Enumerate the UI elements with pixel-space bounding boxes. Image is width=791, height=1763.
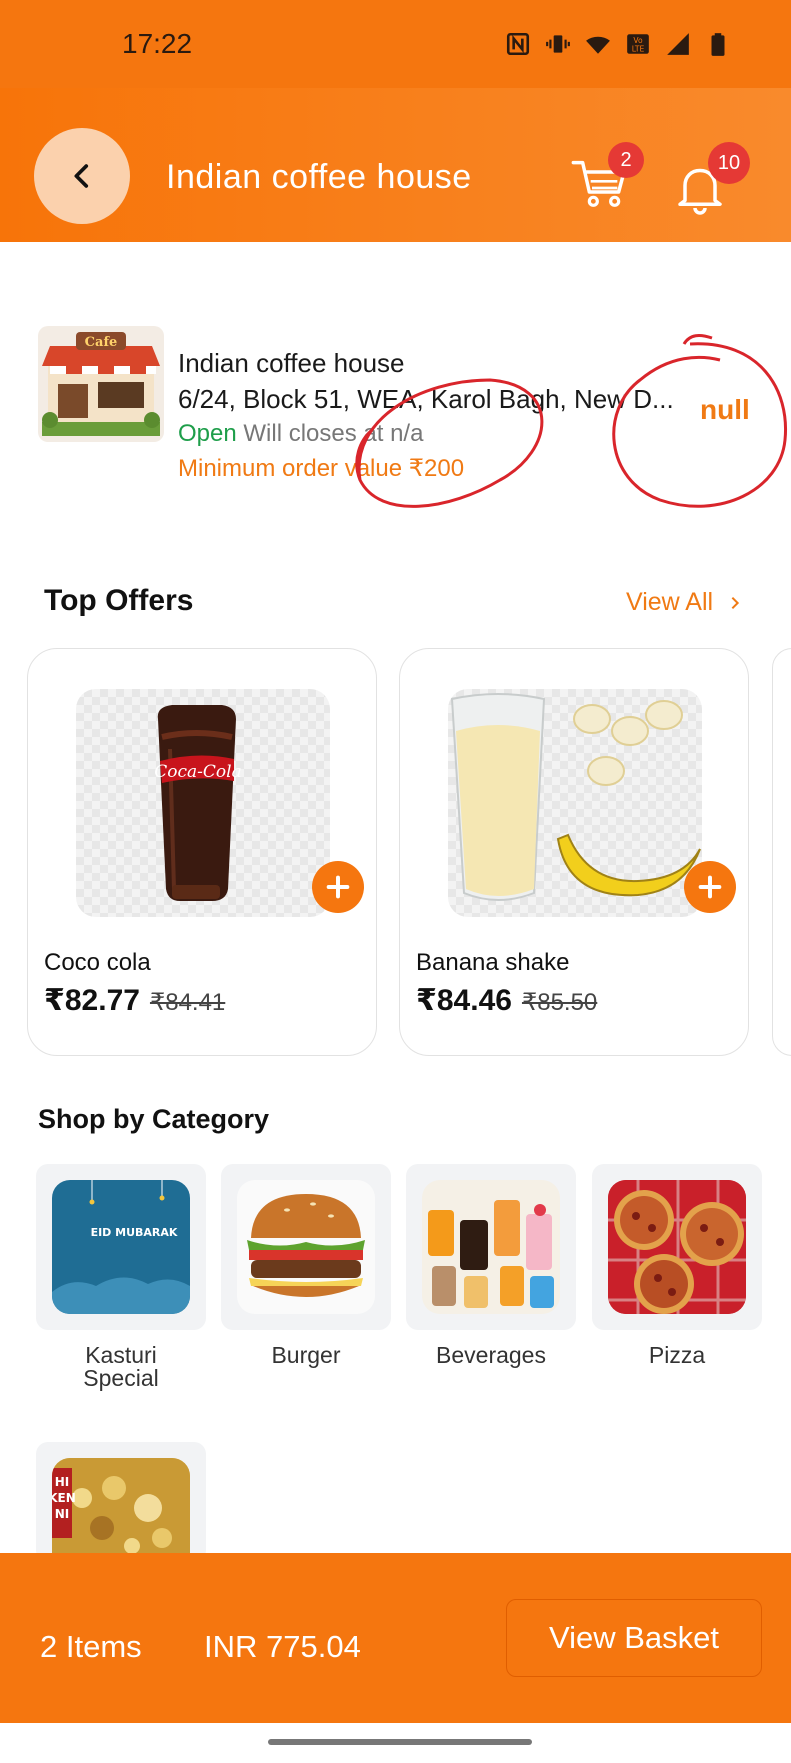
pizza-image <box>608 1180 746 1314</box>
svg-text:Coca-Cola: Coca-Cola <box>154 762 241 782</box>
store-name: Indian coffee house <box>178 348 405 378</box>
open-status: Open <box>178 420 237 447</box>
product-old-price: ₹84.41 <box>149 989 226 1016</box>
product-name: Banana shake <box>416 949 570 976</box>
category-image: HI KEN NI <box>52 1458 190 1562</box>
gesture-nav-area <box>0 1723 791 1763</box>
category-image: EID MUBARAK <box>52 1180 190 1314</box>
store-logo: Cafe <box>38 326 164 442</box>
view-basket-button[interactable]: View Basket <box>506 1599 762 1677</box>
chevron-left-icon <box>74 164 89 188</box>
category-label: Kasturi Special <box>83 1342 159 1391</box>
product-price: ₹82.77 <box>44 984 140 1017</box>
burger-image <box>247 1194 365 1297</box>
minimum-order-value: Minimum order value ₹200 <box>178 455 465 482</box>
vibrate-icon <box>546 35 570 53</box>
svg-text:LTE: LTE <box>632 45 645 54</box>
add-to-cart-button[interactable] <box>684 861 736 913</box>
product-old-price: ₹85.50 <box>521 989 598 1016</box>
product-image <box>448 689 702 917</box>
home-indicator[interactable] <box>268 1739 532 1745</box>
category-tile-kasturi-special[interactable]: EID MUBARAK <box>36 1164 206 1330</box>
status-bar: 17:22 Vo LTE <box>0 0 791 88</box>
store-status: Open Will closes at n/a <box>178 420 423 448</box>
status-icons: Vo LTE <box>505 31 731 57</box>
category-tile-beverages[interactable] <box>406 1164 576 1330</box>
svg-text:Cafe: Cafe <box>85 335 118 350</box>
product-name: Coco cola <box>44 949 151 976</box>
category-tile-pizza[interactable] <box>592 1164 762 1330</box>
notifications-button[interactable]: 10 <box>670 142 750 216</box>
category-label: Beverages <box>436 1342 546 1368</box>
basket-bar: 2 Items INR 775.04 View Basket <box>0 1553 791 1723</box>
cart-count-badge: 2 <box>608 142 644 178</box>
cola-glass-icon: Coca-Cola <box>154 705 242 901</box>
biryani-image: HI KEN NI <box>52 1458 190 1562</box>
shop-by-category-heading: Shop by Category <box>38 1104 270 1134</box>
view-all-label: View All <box>626 588 714 616</box>
cafe-storefront-icon: Cafe <box>42 332 160 436</box>
beverages-image <box>428 1200 554 1308</box>
category-image <box>237 1180 375 1314</box>
status-time: 17:22 <box>122 28 193 59</box>
basket-items-count: 2 Items <box>40 1629 142 1664</box>
battery-icon <box>711 33 725 56</box>
product-card[interactable]: Banana shake ₹84.46 ₹85.50 <box>399 648 749 1056</box>
plus-icon <box>326 875 350 899</box>
product-card[interactable]: Coca-Cola Coco cola ₹82.77 ₹84.41 <box>27 648 377 1056</box>
store-rating-value: null <box>700 394 750 425</box>
add-to-cart-button[interactable] <box>312 861 364 913</box>
category-tile-biryani[interactable]: HI KEN NI <box>36 1442 206 1562</box>
top-offers-heading: Top Offers <box>44 584 194 617</box>
category-label: Pizza <box>648 1342 706 1368</box>
wifi-icon <box>586 36 610 54</box>
nfc-icon <box>506 32 530 56</box>
category-image-text: NI <box>55 1507 70 1521</box>
category-image <box>422 1180 560 1314</box>
back-button[interactable] <box>34 128 130 224</box>
closing-time: Will closes at n/a <box>243 420 424 447</box>
signal-icon <box>667 33 689 55</box>
category-image-text: HI <box>55 1475 70 1489</box>
product-card-partial[interactable] <box>772 648 791 1056</box>
chevron-right-icon <box>731 596 740 609</box>
price-row: ₹82.77 ₹84.41 <box>44 983 225 1018</box>
volte-icon: VoLTE <box>627 34 649 54</box>
svg-text:Vo: Vo <box>633 36 643 45</box>
eid-mubarak-image: EID MUBARAK <box>52 1180 190 1314</box>
category-tile-burger[interactable] <box>221 1164 391 1330</box>
page-title: Indian coffee house <box>166 158 472 196</box>
banana-shake-icon <box>450 693 701 901</box>
view-all-link[interactable]: View All <box>626 588 743 617</box>
product-image: Coca-Cola <box>76 689 330 917</box>
notification-count-badge: 10 <box>708 142 750 184</box>
category-image-text: EID MUBARAK <box>91 1226 178 1239</box>
price-row: ₹84.46 ₹85.50 <box>416 983 597 1018</box>
basket-total: INR 775.04 <box>204 1629 361 1664</box>
plus-icon <box>698 875 722 899</box>
product-price: ₹84.46 <box>416 984 512 1017</box>
app-header: Indian coffee house 2 10 <box>0 88 791 242</box>
cart-button[interactable]: 2 <box>568 142 644 216</box>
category-image-text: KEN <box>52 1491 76 1505</box>
category-image <box>608 1180 746 1314</box>
category-label: Burger <box>271 1342 341 1368</box>
store-address: 6/24, Block 51, WEA, Karol Bagh, New D..… <box>178 384 674 414</box>
